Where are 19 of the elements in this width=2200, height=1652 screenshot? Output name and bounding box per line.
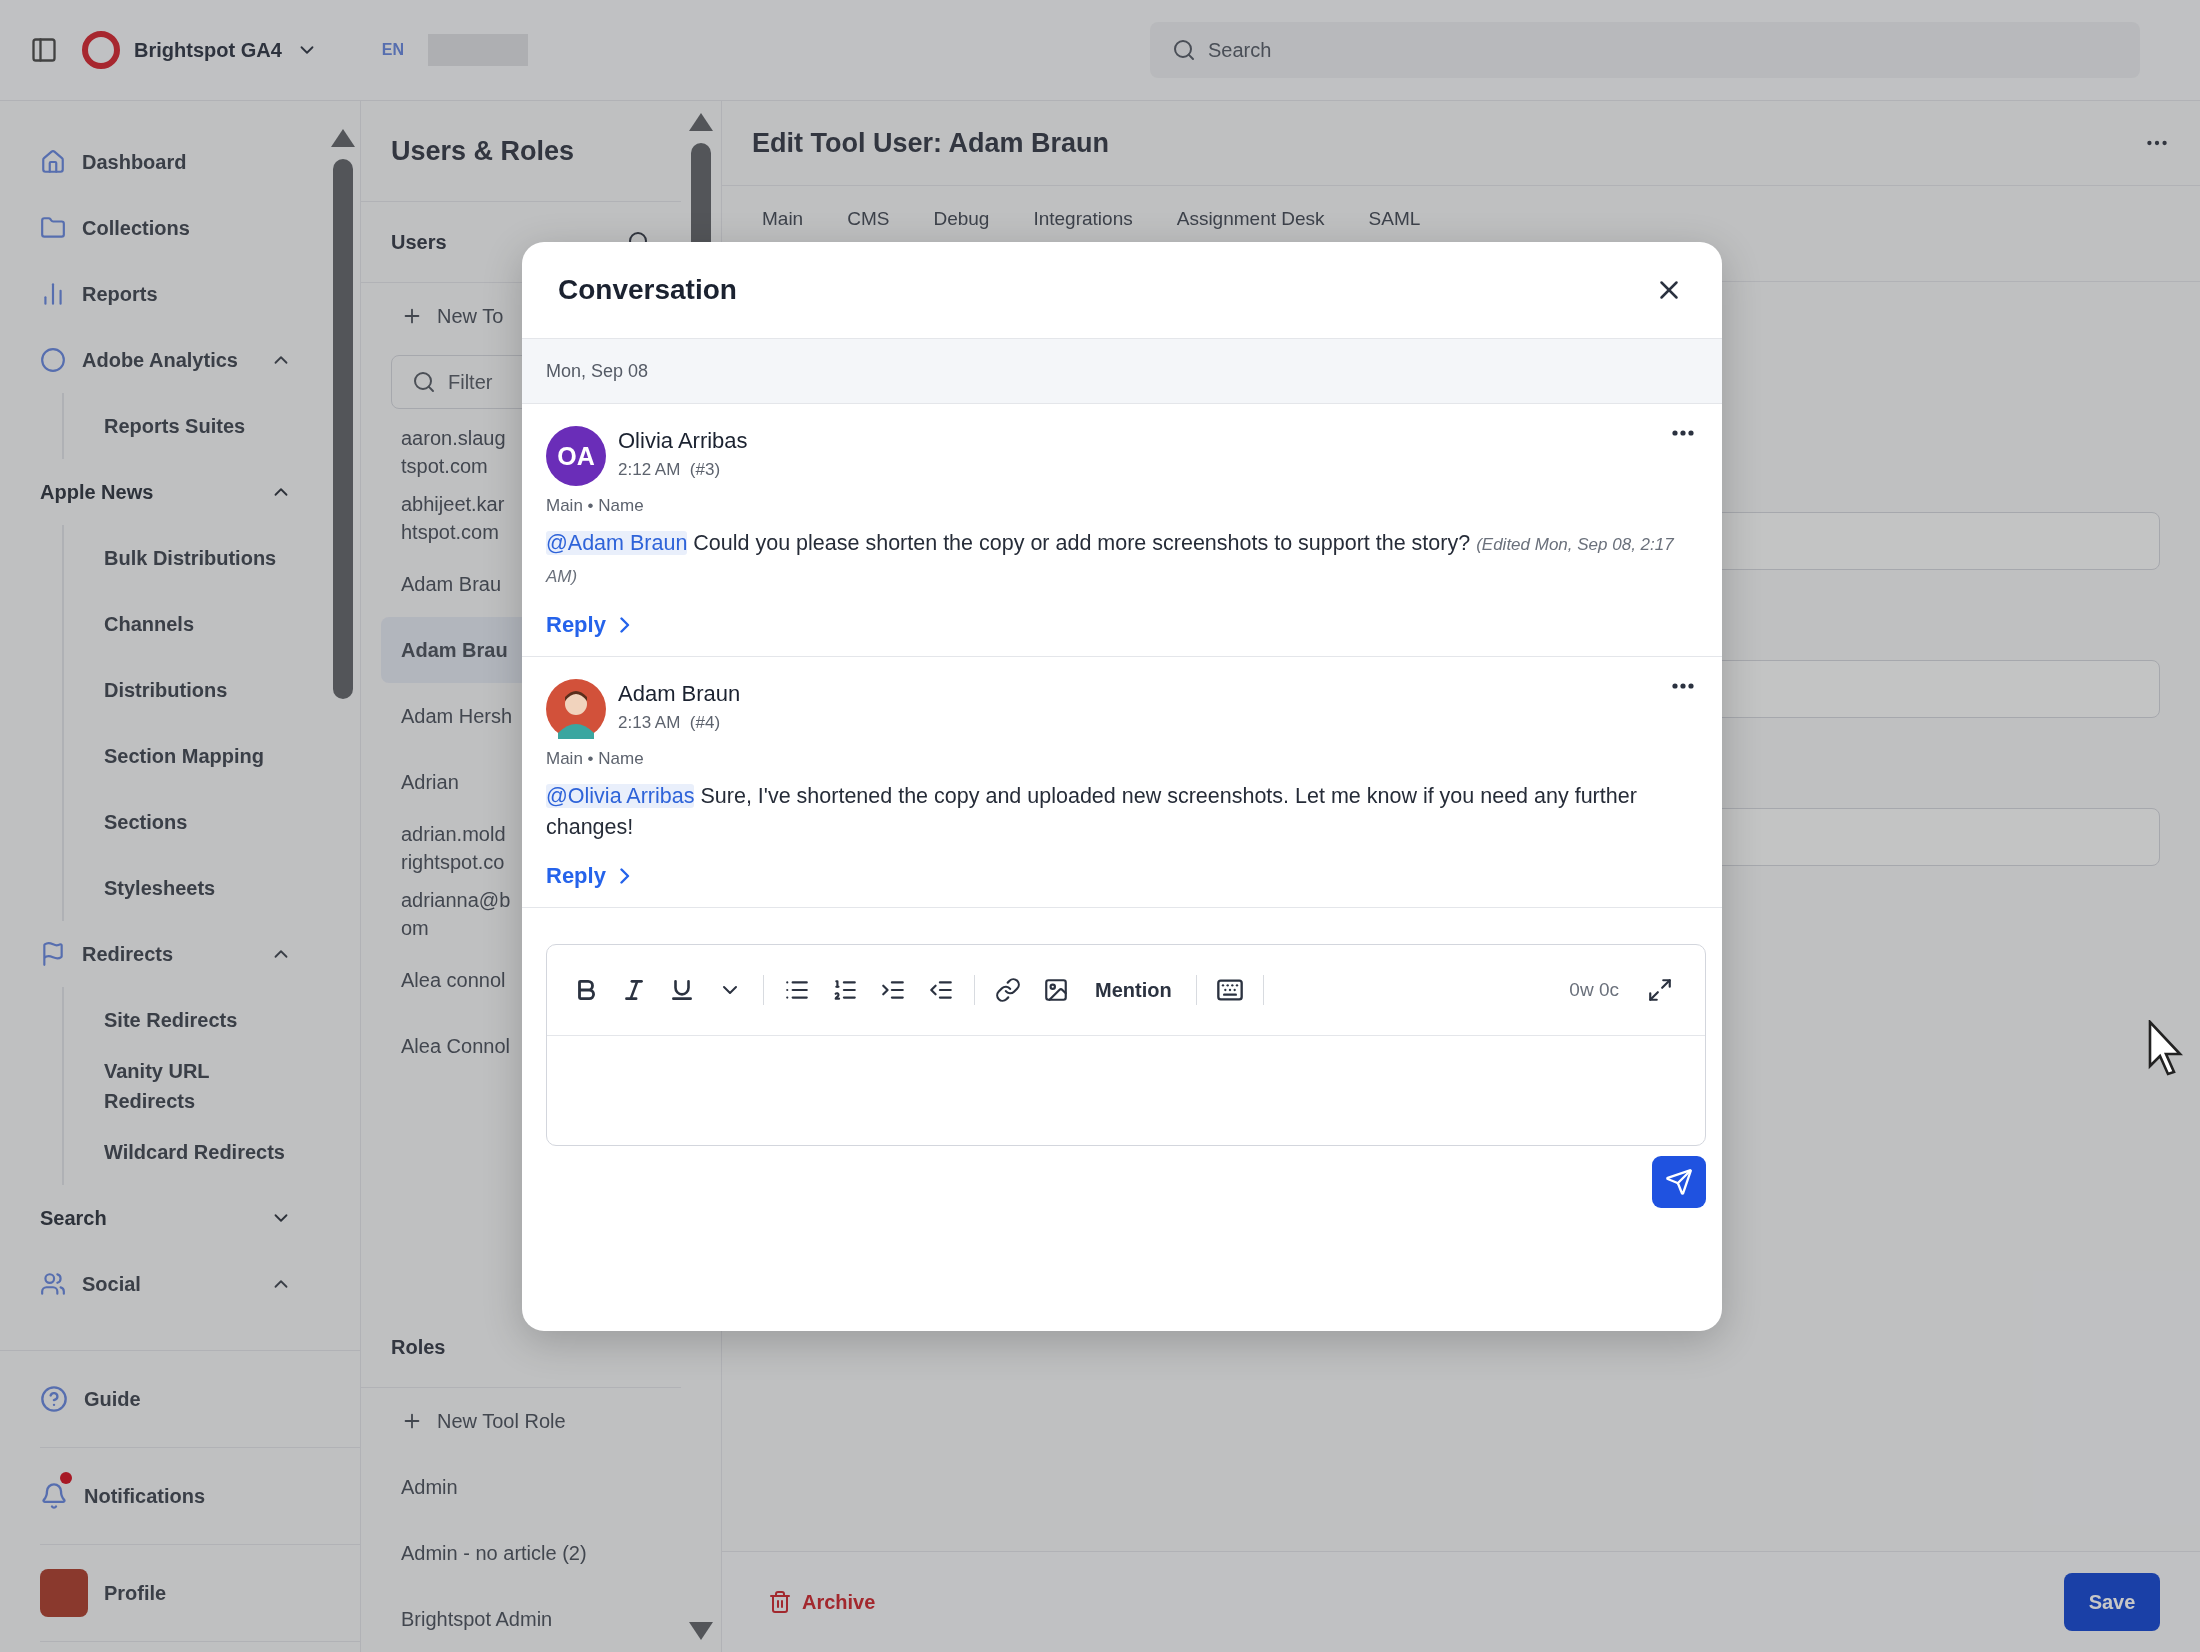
search-placeholder: Search xyxy=(1208,38,1272,62)
avatar-initials: OA xyxy=(546,426,606,486)
dialog-title: Conversation xyxy=(558,274,737,306)
page-title: Edit Tool User: Adam Braun xyxy=(752,127,1110,159)
panel-title: Users & Roles xyxy=(391,135,575,167)
locale-label: EN xyxy=(381,41,404,59)
comment-time: 2:13 AM (#4) xyxy=(618,713,722,733)
comment-text: @Adam Braun Could you please shorten the copy or add more screenshots to support the story? (Edited Mon, Sep 08, 2:17 AM) xyxy=(546,530,1675,588)
comment-context: Main • Name xyxy=(546,496,645,516)
comment-context: Main • Name xyxy=(546,749,645,769)
comment-time: 2:12 AM (#3) xyxy=(618,460,722,480)
section-heading: Roles xyxy=(391,1335,446,1359)
comment-text: @Olivia Arribas Sure, I've shortened the copy and uploaded new screenshots. Let me know if you need any further changes! xyxy=(546,783,1638,841)
author-name: Adam Braun xyxy=(618,681,742,707)
word-count: 0w 0c xyxy=(1569,979,1619,1001)
author-name: Olivia Arribas xyxy=(618,428,749,454)
filter-placeholder: Filter xyxy=(448,370,493,394)
section-heading: Users xyxy=(391,230,447,254)
date-label: Mon, Sep 08 xyxy=(546,360,649,382)
